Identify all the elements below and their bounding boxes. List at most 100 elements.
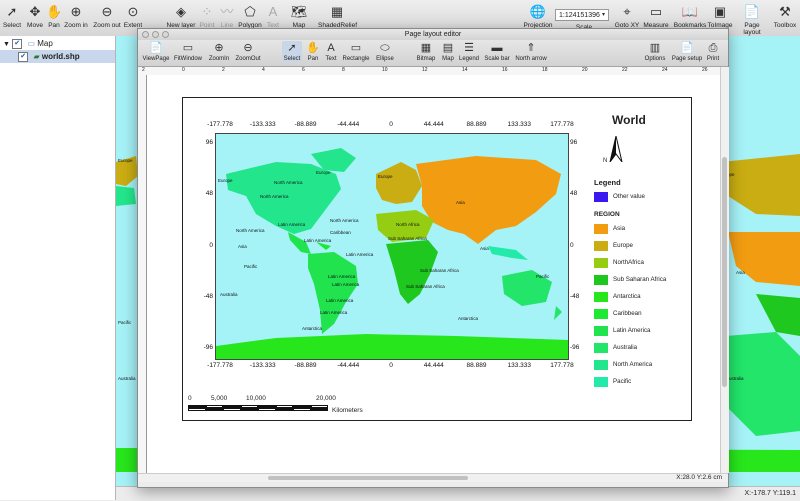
vertical-scroll-thumb[interactable] [722, 157, 727, 387]
extent-tool[interactable]: ⊙ Extent [122, 2, 144, 29]
layout-status: X:28.0 Y:2.6 cm [138, 474, 728, 487]
x-tick-label: 44.444 [423, 362, 444, 369]
projection-button[interactable]: 🌐 Projection [522, 2, 554, 29]
measure-icon: ▭ [649, 4, 663, 19]
chevron-down-icon[interactable]: ▾ [602, 9, 610, 21]
new-layer-tool[interactable]: ◈ New layer [166, 2, 196, 29]
y-tick-label: 48 [205, 190, 213, 198]
close-window-button[interactable] [142, 31, 149, 38]
north-arrow-tool[interactable]: ⇑ North arrow [513, 41, 549, 62]
line-tool[interactable]: 〰 Line [218, 2, 236, 29]
bg-label: Europe [118, 158, 133, 163]
x-tick-label: -44.444 [337, 121, 360, 128]
disclosure-triangle-icon[interactable]: ▼ [3, 41, 10, 48]
ruler-label: 20 [582, 67, 588, 73]
map-element[interactable]: Europe Asia Europe Europe North America … [215, 133, 569, 360]
coordinate-readout: X:-178.7 Y:119.1 [744, 490, 796, 497]
move-tool[interactable]: ✥ Move [24, 2, 46, 29]
legend-label: Australia [613, 344, 638, 351]
map-label: Latin America [328, 274, 356, 279]
vertical-scrollbar[interactable] [720, 67, 729, 473]
zoom-window-button[interactable] [162, 31, 169, 38]
y-tick-label: 96 [205, 139, 213, 146]
text-tool[interactable]: A Text [264, 2, 282, 29]
legend-label: Europe [613, 242, 633, 249]
ruler-left [138, 75, 147, 473]
point-tool[interactable]: ⁘ Point [198, 2, 216, 29]
bg-label: Australia [118, 376, 136, 381]
ruler-label: 8 [342, 67, 345, 73]
zoom-out-icon: ⊖ [243, 42, 253, 54]
new-layer-icon: ◈ [176, 4, 186, 19]
to-image-tool[interactable]: ▣ ToImage [707, 2, 733, 29]
bookmarks-tool[interactable]: 📖 Bookmarks [673, 2, 707, 29]
legend-tool[interactable]: ☰ Legend [458, 41, 480, 62]
ruler-label: 18 [542, 67, 548, 73]
page-setup-tool[interactable]: 📄 Page setup [670, 41, 704, 62]
minimize-window-button[interactable] [152, 31, 159, 38]
x-tick-label: -44.444 [337, 362, 360, 369]
options-icon: ▥ [649, 42, 661, 54]
zoom-in-tool[interactable]: ⊕ ZoomIn [206, 41, 232, 62]
map-label: North America [274, 180, 303, 185]
world-map-svg [216, 148, 568, 359]
rectangle-tool[interactable]: ▭ Rectangle [341, 41, 371, 62]
page-layout-tool[interactable]: 📄 Page layout [735, 2, 769, 36]
polygon-tool[interactable]: ⬠ Polygon [237, 2, 263, 29]
options-tool[interactable]: ▥ Options [643, 41, 667, 62]
scale-bar-segment [310, 408, 328, 411]
view-page-tool[interactable]: 📄 ViewPage [142, 41, 170, 62]
point-icon: ⁘ [201, 4, 213, 19]
central-america-shape [288, 232, 311, 254]
legend-label: NorthAfrica [613, 259, 644, 266]
map-label: North America [260, 194, 289, 199]
fit-window-tool[interactable]: ▭ FitWindow [172, 41, 204, 62]
map-label: Europe [378, 174, 393, 179]
layer-visibility-checkbox[interactable]: ✔ [18, 51, 29, 62]
ruler-label: 6 [302, 67, 305, 73]
zoom-out-tool[interactable]: ⊖ Zoom out [92, 2, 122, 29]
scale-bar-tool[interactable]: ▬ Scale bar [484, 41, 510, 62]
map-label: North America [236, 228, 265, 233]
zoom-in-tool[interactable]: ⊕ Zoom in [63, 2, 89, 29]
antarctica-shape [216, 334, 568, 359]
shaded-relief-tool[interactable]: ▦ ShadedRelief [318, 2, 357, 29]
shaded-relief-icon: ▦ [330, 4, 344, 19]
layout-text-tool[interactable]: A Text [323, 41, 339, 62]
group-visibility-checkbox[interactable]: ✔ [12, 38, 23, 49]
layer-item-world[interactable]: ✔ ▰ world.shp [0, 50, 115, 63]
x-tick-label: -88.889 [294, 362, 317, 369]
scale-input[interactable]: 1:124151396 [555, 9, 609, 21]
page-layout-window[interactable]: Page layout editor 📄 ViewPage ▭ FitWindow … [137, 28, 729, 488]
new-zealand-shape [554, 306, 562, 320]
layer-group-map[interactable]: ▼ ✔ ▭ Map [3, 37, 53, 50]
layout-select-tool[interactable]: ➚ Select [282, 41, 302, 62]
legend-label: Antarctica [613, 293, 641, 300]
legend-icon: ☰ [464, 42, 474, 54]
map-tool[interactable]: 🗺 Map [288, 2, 310, 29]
ellipse-tool[interactable]: ⬭ Ellipse [373, 41, 397, 62]
group-name: Map [37, 39, 53, 48]
map-label: Europe [218, 178, 233, 183]
layout-map-tool[interactable]: ▤ Map [440, 41, 456, 62]
ellipse-icon: ⬭ [380, 42, 390, 54]
zoom-out-tool[interactable]: ⊖ ZoomOut [233, 41, 263, 62]
bitmap-tool[interactable]: ▦ Bitmap [415, 41, 437, 62]
measure-tool[interactable]: ▭ Measure [642, 2, 670, 29]
print-tool[interactable]: ⎙ Print [704, 41, 722, 62]
select-tool[interactable]: ➚ Select [2, 2, 22, 29]
goto-xy-tool[interactable]: ⌖ Goto XY [614, 2, 640, 29]
toolbox-icon: ⚒ [779, 4, 791, 19]
extent-icon: ⊙ [127, 4, 139, 19]
layout-canvas[interactable]: Europe Asia Europe Europe North America … [147, 75, 720, 473]
pan-tool[interactable]: ✋ Pan [46, 2, 62, 29]
polygon-layer-icon: ▰ [33, 52, 40, 61]
map-label: Europe [316, 170, 331, 175]
map-label: Australia [220, 292, 238, 297]
north-arrow-letter: N [603, 158, 608, 164]
toolbox-tool[interactable]: ⚒ Toolbox [771, 2, 799, 29]
window-titlebar[interactable]: Page layout editor [138, 29, 728, 40]
x-tick-label: 177.778 [550, 121, 574, 128]
layout-pan-tool[interactable]: ✋ Pan [305, 41, 321, 62]
horizontal-scroll-thumb[interactable] [268, 476, 468, 480]
